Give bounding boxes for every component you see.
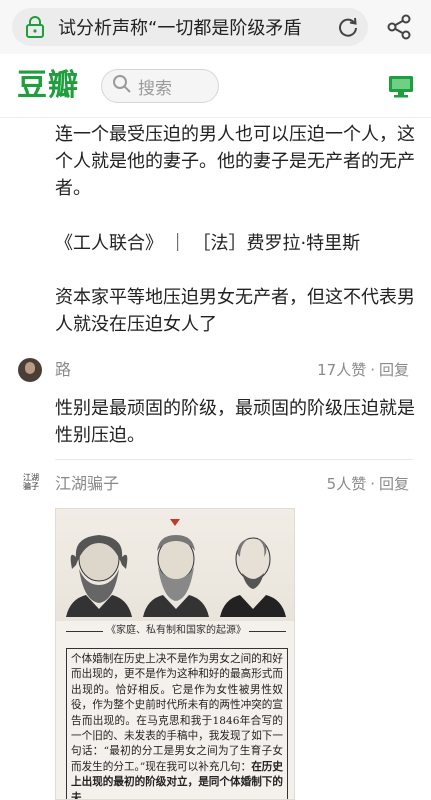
monitor-icon[interactable]: [388, 75, 414, 99]
browser-toolbar: 试分析声称“一切都是阶级矛盾: [0, 0, 431, 54]
reply-link[interactable]: 回复: [379, 475, 409, 493]
reply-link[interactable]: 回复: [379, 361, 409, 379]
url-text[interactable]: 试分析声称“一切都是阶级矛盾: [58, 14, 328, 40]
post-paragraph: 连一个最受压迫的男人也可以压迫一个人，这个人就是他的妻子。他的妻子是无产者的无产…: [55, 124, 415, 199]
portraits-illustration: [56, 509, 294, 621]
search-box[interactable]: 搜索: [101, 69, 219, 103]
post-citation: 《工人联合》 ｜ ［法］费罗拉·特里斯: [55, 233, 361, 254]
comment-image[interactable]: 《家庭、私有制和国家的起源》 个体婚制在历史上决不是作为男女之间的和好而出现的，…: [55, 508, 295, 800]
search-icon: [112, 74, 132, 98]
avatar[interactable]: [18, 358, 42, 382]
avatar[interactable]: 江湖 骗子: [22, 473, 40, 495]
post-paragraph: 资本家平等地压迫男女无产者，但这不代表男人就没在压迫女人了: [55, 287, 415, 335]
share-icon[interactable]: [386, 14, 412, 40]
comment-text: 性别是最顽固的阶级，最顽固的阶级压迫就是性别压迫。: [55, 398, 415, 446]
portrait-icon: [220, 537, 286, 617]
douban-logo[interactable]: 豆瓣: [17, 68, 79, 104]
comment-username[interactable]: 江湖骗子: [55, 473, 119, 495]
address-bar[interactable]: 试分析声称“一切都是阶级矛盾: [12, 8, 368, 46]
comment-username[interactable]: 路: [55, 359, 71, 381]
like-count[interactable]: 17人赞: [317, 361, 366, 379]
search-placeholder: 搜索: [138, 78, 172, 99]
avatar-text: 江湖 骗子: [23, 473, 39, 491]
lock-icon: [12, 16, 58, 38]
book-excerpt: 个体婚制在历史上决不是作为男女之间的和好而出现的，更不是作为这种和好的最高形式而…: [66, 648, 288, 799]
portrait-icon: [66, 535, 132, 617]
marker-icon: [170, 519, 180, 526]
comment-header: 路 17人赞 · 回复: [0, 358, 431, 382]
like-count[interactable]: 5人赞: [327, 475, 367, 493]
site-header: 豆瓣 搜索: [0, 54, 431, 118]
reload-icon[interactable]: [328, 16, 368, 38]
comment-meta: 5人赞 · 回复: [326, 475, 409, 493]
comment-divider: [55, 459, 413, 460]
portrait-icon: [143, 535, 209, 617]
book-excerpt-text: 个体婚制在历史上决不是作为男女之间的和好而出现的，更不是作为这种和好的最高形式而…: [71, 653, 283, 773]
comment-meta: 17人赞 · 回复: [317, 361, 409, 379]
book-caption: 《家庭、私有制和国家的起源》: [56, 623, 294, 639]
comment-header: 江湖 骗子 江湖骗子 5人赞 · 回复: [0, 472, 431, 496]
